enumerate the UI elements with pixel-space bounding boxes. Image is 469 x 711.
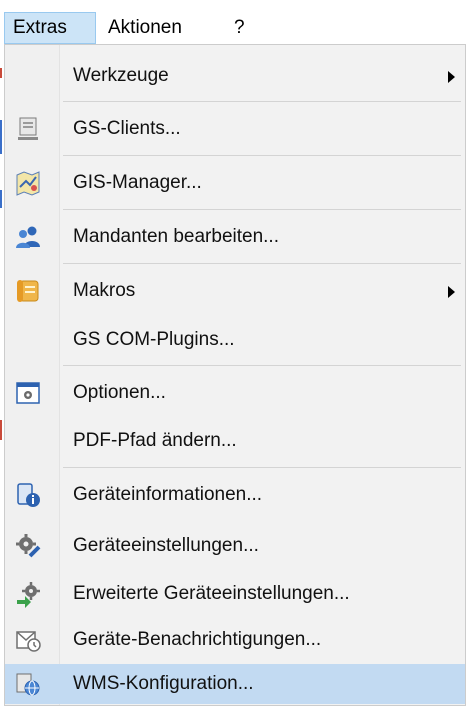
menu-item-label: PDF-Pfad ändern...: [73, 430, 237, 451]
menu-item-label: WMS-Konfiguration...: [73, 673, 254, 694]
menu-item-werkzeuge[interactable]: Werkzeuge: [5, 54, 465, 98]
menu-item-erweiterte-geraeteeinstellungen[interactable]: Erweiterte Geräteeinstellungen...: [5, 572, 465, 616]
menu-item-label: GS-Clients...: [73, 118, 181, 139]
extras-dropdown-menu: Werkzeuge GS-Clients... GIS-Manager... M…: [4, 44, 466, 706]
separator: [63, 101, 461, 102]
submenu-arrow-icon: [448, 286, 455, 298]
settings-window-icon: [16, 382, 40, 404]
menu-item-label: Erweiterte Geräteeinstellungen...: [73, 583, 350, 604]
menu-item-optionen[interactable]: Optionen...: [5, 371, 465, 415]
menu-item-label: Makros: [73, 280, 136, 301]
separator: [63, 155, 461, 156]
menu-item-wms-konfiguration[interactable]: WMS-Konfiguration...: [5, 664, 465, 704]
menu-item-label: GIS-Manager...: [73, 172, 202, 193]
separator: [63, 365, 461, 366]
menu-item-gs-clients[interactable]: GS-Clients...: [5, 107, 465, 151]
map-icon: [16, 171, 40, 196]
wms-globe-icon: [16, 673, 40, 696]
menu-item-label: Geräteeinstellungen...: [73, 535, 259, 556]
menu-item-label: Werkzeuge: [73, 65, 169, 86]
gear-pencil-icon: [16, 534, 41, 558]
menu-item-pdf-pfad[interactable]: PDF-Pfad ändern...: [5, 419, 465, 463]
notification-icon: [16, 631, 41, 652]
computer-icon: [18, 117, 38, 140]
separator: [63, 467, 461, 468]
menu-item-geraeteeinstellungen[interactable]: Geräteeinstellungen...: [5, 524, 465, 568]
menu-extras[interactable]: Extras: [4, 12, 96, 44]
menu-item-label: GS COM-Plugins...: [73, 329, 235, 350]
menu-aktionen[interactable]: Aktionen: [100, 12, 190, 44]
menu-bar: Extras Aktionen ?: [0, 0, 469, 44]
menu-item-label: Optionen...: [73, 382, 166, 403]
menu-item-geraeteinformationen[interactable]: Geräteinformationen...: [5, 473, 465, 517]
scroll-icon: [17, 280, 39, 302]
menu-item-gs-com-plugins[interactable]: GS COM-Plugins...: [5, 318, 465, 362]
device-info-icon: [17, 483, 40, 507]
menu-item-mandanten[interactable]: Mandanten bearbeiten...: [5, 215, 465, 259]
menu-item-gis-manager[interactable]: GIS-Manager...: [5, 161, 465, 205]
menu-item-label: Mandanten bearbeiten...: [73, 226, 279, 247]
menu-item-label: Geräte-Benachrichtigungen...: [73, 629, 322, 650]
menu-item-makros[interactable]: Makros: [5, 269, 465, 313]
gear-arrow-icon: [17, 582, 40, 608]
users-icon: [16, 226, 40, 248]
submenu-arrow-icon: [448, 71, 455, 83]
separator: [63, 263, 461, 264]
menu-item-geraete-benachrichtigungen[interactable]: Geräte-Benachrichtigungen...: [5, 618, 465, 662]
separator: [63, 209, 461, 210]
menu-help[interactable]: ?: [226, 12, 253, 44]
menu-item-label: Geräteinformationen...: [73, 484, 263, 505]
